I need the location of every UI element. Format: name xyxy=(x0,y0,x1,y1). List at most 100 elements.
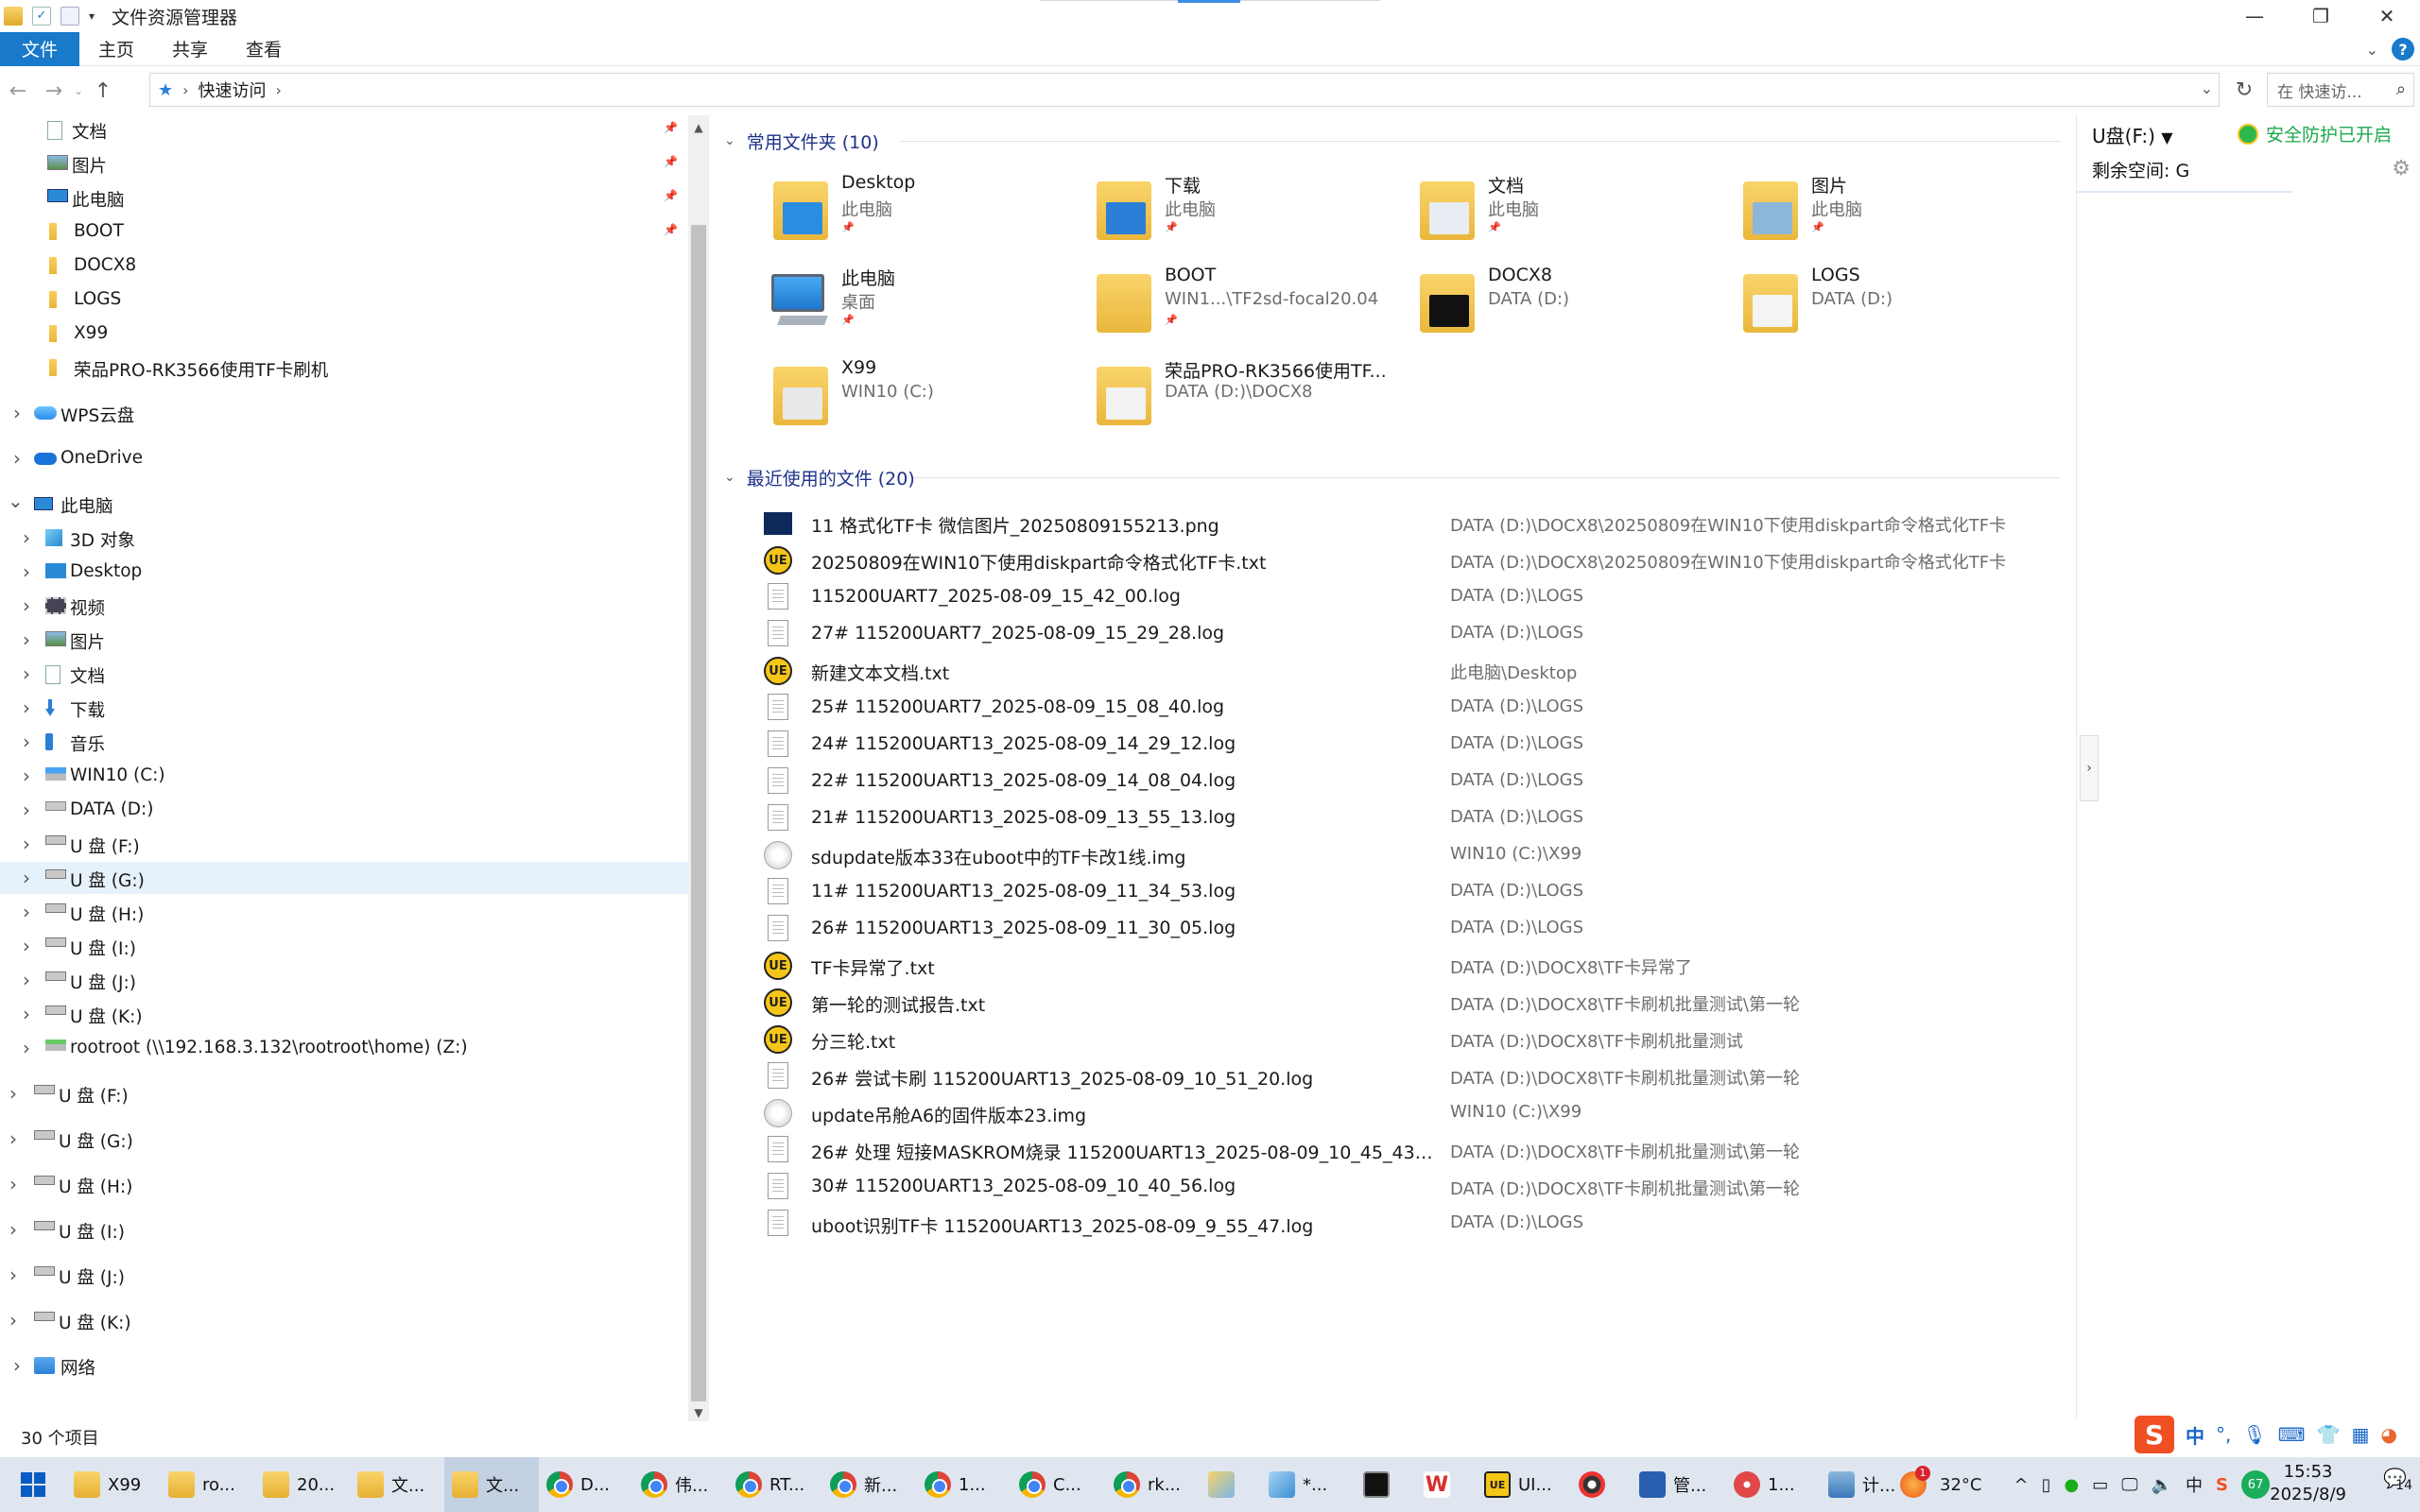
close-button[interactable]: ✕ xyxy=(2354,0,2420,32)
quick-access-item[interactable]: X99 xyxy=(0,318,688,350)
nav-wps-cloud[interactable]: › WPS云盘 xyxy=(0,397,688,429)
toolbox-icon[interactable]: ▦ xyxy=(2352,1423,2370,1446)
pin-icon[interactable]: 📌 xyxy=(1165,314,1178,326)
chevron-right-icon[interactable]: › xyxy=(6,1082,21,1105)
gear-icon[interactable]: ⚙ xyxy=(2392,157,2411,180)
taskbar-app-button[interactable]: UE UI... xyxy=(1477,1457,1571,1512)
pin-icon[interactable]: 📌 xyxy=(1811,221,1824,233)
collapse-chevron-icon[interactable]: ⌄ xyxy=(724,470,735,485)
recent-file-row[interactable]: 11# 115200UART13_2025-08-09_11_34_53.log… xyxy=(711,873,2034,910)
taskbar-app-button[interactable]: rk... xyxy=(1106,1457,1201,1512)
folder-tile[interactable]: 下载 此电脑 📌 xyxy=(1091,164,1412,251)
nav-pane-scrollbar[interactable]: ▲ ▼ xyxy=(688,115,709,1421)
taskbar-app-button[interactable]: 文... xyxy=(350,1457,444,1512)
this-pc-item[interactable]: › U 盘 (H:) xyxy=(0,896,688,928)
recent-file-row[interactable]: 24# 115200UART13_2025-08-09_14_29_12.log… xyxy=(711,726,2034,763)
tab-file[interactable]: 文件 xyxy=(0,31,79,66)
chevron-right-icon[interactable]: › xyxy=(6,1263,21,1286)
chevron-right-icon[interactable]: › xyxy=(19,969,34,991)
this-pc-item[interactable]: › U 盘 (J:) xyxy=(0,964,688,996)
minimize-button[interactable]: — xyxy=(2221,0,2288,32)
recent-file-row[interactable]: 30# 115200UART13_2025-08-09_10_40_56.log… xyxy=(711,1168,2034,1205)
drive-item[interactable]: › U 盘 (G:) xyxy=(0,1123,688,1155)
network-icon[interactable]: 🖵 xyxy=(2121,1475,2137,1495)
weather-icon[interactable]: 1 xyxy=(1900,1466,1930,1498)
quick-access-item[interactable]: 荣品PRO-RK3566使用TF卡刷机 xyxy=(0,352,688,384)
taskbar-app-button[interactable]: 20... xyxy=(255,1457,350,1512)
expand-ribbon-icon[interactable]: ⌄ xyxy=(2366,41,2378,59)
nav-network[interactable]: › 网络 xyxy=(0,1349,688,1382)
taskbar-app-button[interactable]: 伟... xyxy=(633,1457,728,1512)
recent-file-row[interactable]: 26# 115200UART13_2025-08-09_11_30_05.log… xyxy=(711,910,2034,947)
this-pc-item[interactable]: › 文档 xyxy=(0,658,688,690)
keyboard-icon[interactable]: ⌨ xyxy=(2278,1423,2306,1446)
tab-share[interactable]: 共享 xyxy=(153,32,227,66)
up-button[interactable]: ↑ xyxy=(85,72,121,110)
storage-icon[interactable]: ▭ xyxy=(2092,1475,2108,1495)
ime-mode[interactable]: 中 xyxy=(2186,1421,2204,1449)
chevron-right-icon[interactable]: › xyxy=(19,730,34,753)
volume-mute-icon[interactable]: 🔈 xyxy=(2152,1475,2172,1495)
recent-locations-icon[interactable]: ⌄ xyxy=(72,72,85,110)
pin-icon[interactable]: 📌 xyxy=(1488,221,1501,233)
chevron-right-icon[interactable]: › xyxy=(19,833,34,855)
drive-selector[interactable]: U盘(F:) ▼ xyxy=(2092,121,2173,148)
breadcrumb-chevron-icon[interactable]: › xyxy=(182,81,188,99)
usb-icon[interactable]: ▯ xyxy=(2042,1475,2051,1495)
folder-tile[interactable]: Desktop 此电脑 📌 xyxy=(768,164,1089,251)
help-icon[interactable]: ? xyxy=(2392,38,2414,60)
user-icon[interactable]: ◕ xyxy=(2380,1423,2396,1446)
sogou-logo-icon[interactable]: S xyxy=(2135,1416,2174,1453)
recent-file-row[interactable]: UE 20250809在WIN10下使用diskpart命令格式化TF卡.txt D… xyxy=(711,541,2034,578)
taskbar-app-button[interactable]: 文... xyxy=(444,1457,539,1512)
quick-access-item[interactable]: 图片 📌 xyxy=(0,147,688,180)
chevron-right-icon[interactable]: › xyxy=(19,867,34,889)
chevron-right-icon[interactable]: › xyxy=(6,1173,21,1195)
pin-icon[interactable]: 📌 xyxy=(1165,221,1178,233)
folder-tile[interactable]: 荣品PRO-RK3566使用TF... DATA (D:)\DOCX8 xyxy=(1091,350,1412,437)
collapse-chevron-icon[interactable]: ⌄ xyxy=(724,133,735,148)
recent-file-row[interactable]: UE TF卡异常了.txt DATA (D:)\DOCX8\TF卡异常了 xyxy=(711,947,2034,984)
tab-home[interactable]: 主页 xyxy=(79,32,153,66)
ime-punct[interactable]: °, xyxy=(2216,1423,2231,1446)
breadcrumb-chevron-icon[interactable]: › xyxy=(276,81,282,99)
properties-icon[interactable]: ✓ xyxy=(32,7,51,26)
chevron-down-icon[interactable]: ⌄ xyxy=(8,490,24,512)
chevron-right-icon[interactable]: › xyxy=(9,447,25,470)
chevron-right-icon[interactable]: › xyxy=(6,1127,21,1150)
restore-button[interactable]: ❐ xyxy=(2288,0,2354,32)
notification-center-icon[interactable]: 💬 14 xyxy=(2383,1467,2412,1493)
recent-file-row[interactable]: UE 第一轮的测试报告.txt DATA (D:)\DOCX8\TF卡刷机批量测试\… xyxy=(711,984,2034,1021)
microphone-icon[interactable]: 🎙 xyxy=(2242,1423,2266,1446)
drive-item[interactable]: › U 盘 (H:) xyxy=(0,1168,688,1200)
chevron-right-icon[interactable]: › xyxy=(19,799,34,821)
pin-icon[interactable]: 📌 xyxy=(841,314,855,326)
chevron-right-icon[interactable]: › xyxy=(19,628,34,651)
ime-indicator-icon[interactable]: 中 xyxy=(2186,1472,2203,1497)
recent-file-row[interactable]: uboot识别TF卡 115200UART13_2025-08-09_9_55_… xyxy=(711,1205,2034,1242)
recent-file-row[interactable]: sdupdate版本33在uboot中的TF卡改1线.img WIN10 (C:)… xyxy=(711,836,2034,873)
explorer-app-icon[interactable] xyxy=(4,7,23,26)
recent-file-row[interactable]: 26# 尝试卡刷 115200UART13_2025-08-09_10_51_2… xyxy=(711,1057,2034,1094)
this-pc-item[interactable]: › U 盘 (F:) xyxy=(0,828,688,860)
taskbar-app-button[interactable]: ro... xyxy=(161,1457,255,1512)
taskbar-app-button[interactable]: X99 xyxy=(66,1457,161,1512)
this-pc-item[interactable]: › U 盘 (I:) xyxy=(0,930,688,962)
recent-file-row[interactable]: 27# 115200UART7_2025-08-09_15_29_28.log D… xyxy=(711,615,2034,652)
chevron-right-icon[interactable]: › xyxy=(19,560,34,583)
taskbar-app-button[interactable]: 1... xyxy=(917,1457,1011,1512)
this-pc-item[interactable]: › 音乐 xyxy=(0,726,688,758)
search-icon[interactable]: ⌕ xyxy=(2396,79,2406,99)
recent-files-header[interactable]: ⌄ 最近使用的文件 (20) xyxy=(724,461,915,493)
recent-file-row[interactable]: 21# 115200UART13_2025-08-09_13_55_13.log… xyxy=(711,799,2034,836)
recent-file-row[interactable]: UE 分三轮.txt DATA (D:)\DOCX8\TF卡刷机批量测试 xyxy=(711,1021,2034,1057)
chevron-right-icon[interactable]: › xyxy=(19,696,34,719)
security-status[interactable]: 安全防护已开启 xyxy=(2238,121,2392,146)
recent-file-row[interactable]: 25# 115200UART7_2025-08-09_15_08_40.log D… xyxy=(711,689,2034,726)
chevron-right-icon[interactable]: › xyxy=(6,1218,21,1241)
this-pc-item[interactable]: › U 盘 (G:) xyxy=(0,862,688,894)
chevron-right-icon[interactable]: › xyxy=(19,594,34,617)
drive-item[interactable]: › U 盘 (K:) xyxy=(0,1304,688,1336)
search-input[interactable]: 在 快速访... ⌕ xyxy=(2267,73,2414,107)
this-pc-item[interactable]: › WIN10 (C:) xyxy=(0,760,688,792)
